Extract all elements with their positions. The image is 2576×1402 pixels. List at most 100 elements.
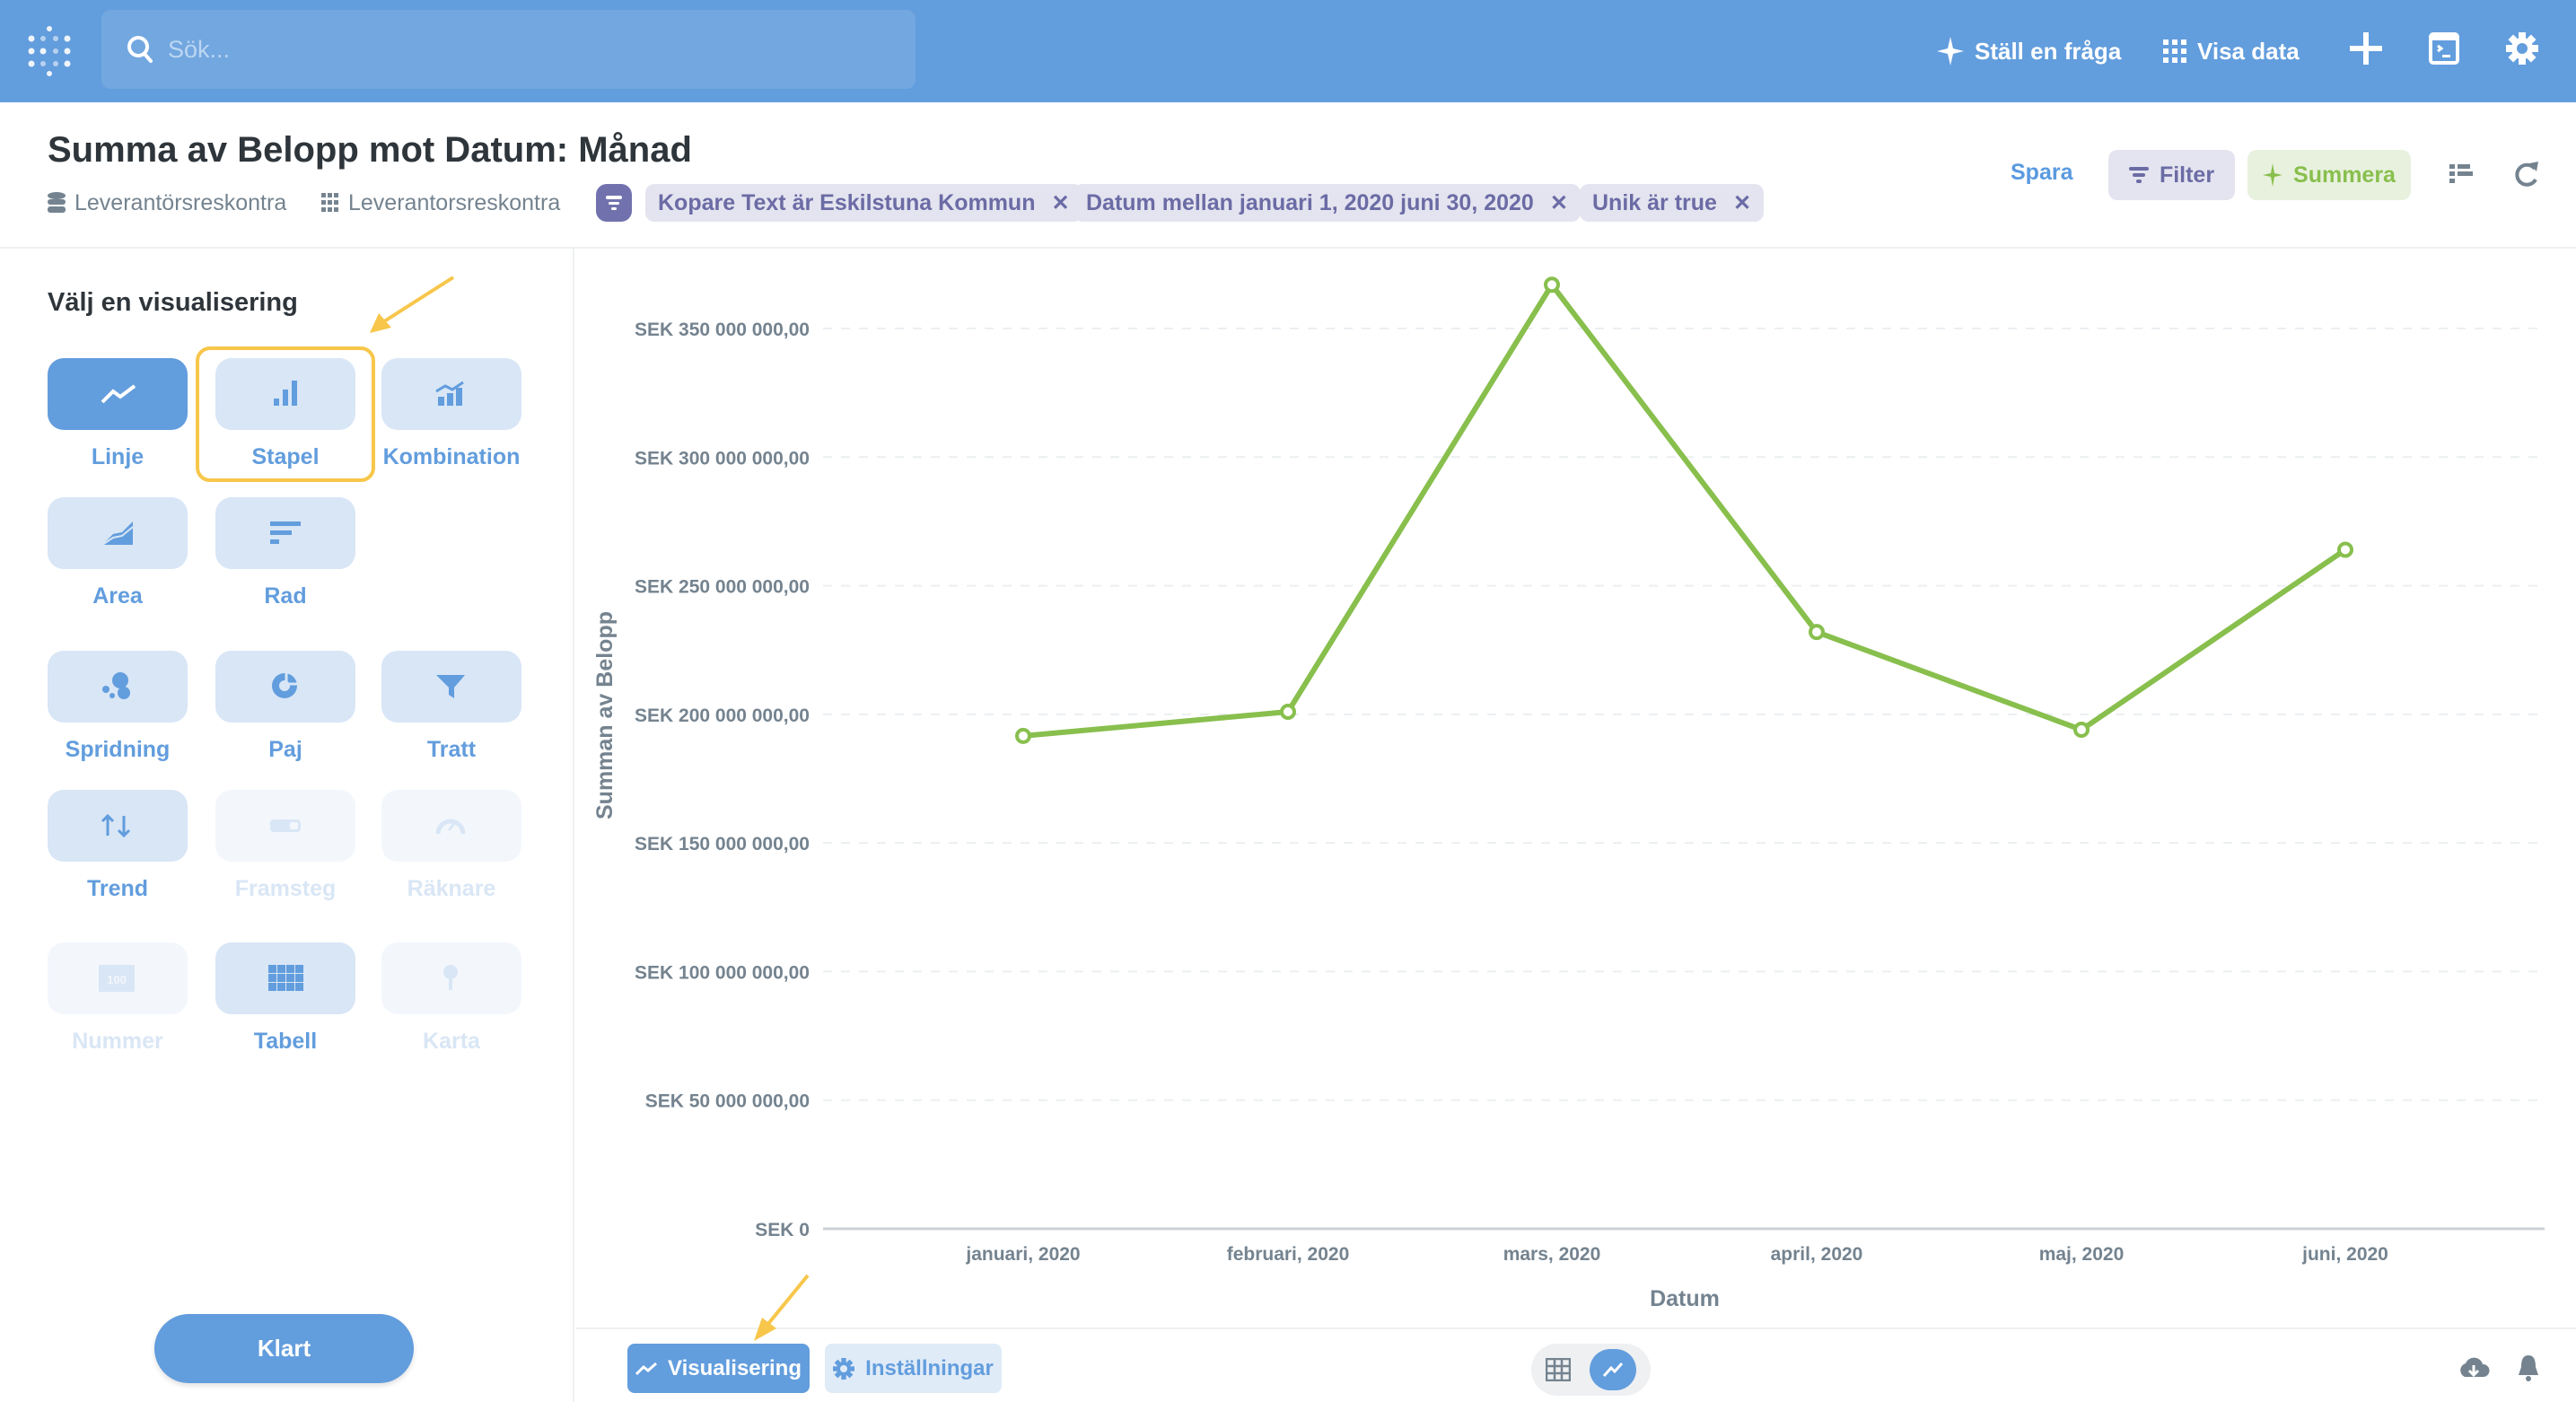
progress-chart-icon [270,819,301,832]
table-breadcrumb[interactable]: Leverantorsreskontra [321,188,560,217]
y-tick-label: SEK 250 000 000,00 [635,577,810,598]
ask-question-button[interactable]: Ställ en fråga [1937,31,2121,72]
close-icon[interactable]: ✕ [1550,190,1568,216]
viz-option-label: Nummer [72,1029,163,1054]
filter-pill[interactable]: Kopare Text är Eskilstuna Kommun ✕ [645,184,1082,222]
viz-option-trend[interactable] [48,790,188,862]
database-name: Leverantörsreskontra [74,189,287,215]
viz-option-label: Trend [86,876,149,901]
refresh-icon[interactable] [2513,160,2540,188]
viz-option-area[interactable] [48,497,188,569]
x-tick-label: februari, 2020 [1227,1244,1350,1265]
viz-option-label: Area [92,583,143,609]
y-axis-title: Summan av Belopp [592,611,618,819]
sparkle-icon [1937,37,1964,66]
table-icon[interactable] [1546,1358,1572,1381]
viz-option-label: Rad [264,583,307,609]
combo-chart-icon [435,381,464,406]
data-point[interactable] [2337,541,2353,558]
y-tick-label: SEK 150 000 000,00 [635,834,810,854]
viz-option-pie[interactable] [215,651,355,723]
viz-option-label: Tratt [426,737,477,762]
ask-question-label: Ställ en fråga [1975,37,2122,65]
annotation-arrow-icon [754,1274,810,1341]
viz-option-number: 100 [48,942,188,1014]
viz-option-label: Tabell [253,1029,318,1054]
y-tick-label: SEK 200 000 000,00 [635,705,810,726]
series-line [1022,282,2347,739]
gauge-chart-icon [435,819,466,835]
y-tick-label: SEK 100 000 000,00 [635,962,810,983]
gear-icon[interactable] [2506,32,2538,65]
viz-option-table[interactable] [215,942,355,1014]
viz-option-funnel[interactable] [381,651,521,723]
filter-button[interactable]: Filter [2108,150,2235,200]
viz-option-line[interactable] [48,358,188,430]
logo-icon[interactable] [27,25,72,77]
data-point[interactable] [1015,727,1031,744]
settings-button[interactable]: Inställningar [825,1344,1002,1393]
filter-pill-label: Datum mellan januari 1, 2020 juni 30, 20… [1086,189,1534,215]
viz-option-gauge [381,790,521,862]
data-point[interactable] [1544,276,1560,294]
visualization-button[interactable]: Visualisering [627,1344,810,1393]
viz-option-label: Paj [268,737,302,762]
filter-pill[interactable]: Unik är true ✕ [1580,184,1765,222]
data-point[interactable] [1280,703,1296,720]
viz-option-row[interactable] [215,497,355,569]
filter-pill-label: Kopare Text är Eskilstuna Kommun [658,189,1036,215]
filter-pill[interactable]: Datum mellan januari 1, 2020 juni 30, 20… [1073,184,1581,222]
filter-icon [2128,167,2149,183]
browse-data-label: Visa data [2197,37,2300,65]
sidebar-heading: Välj en visualisering [48,288,298,317]
search-icon [127,36,153,63]
close-icon[interactable]: ✕ [1733,190,1751,216]
table-name: Leverantorsreskontra [348,189,561,215]
viz-option-label: Spridning [65,737,171,762]
viz-option-label: Räknare [407,876,496,901]
viz-option-label: Framsteg [234,876,337,901]
funnel-chart-icon [436,675,465,698]
data-point[interactable] [1809,624,1825,641]
viz-option-combo[interactable] [381,358,521,430]
y-tick-label: SEK 50 000 000,00 [645,1091,810,1112]
close-icon[interactable]: ✕ [1051,190,1069,216]
save-button[interactable]: Spara [2011,160,2072,186]
download-icon[interactable] [2458,1355,2490,1382]
pin-chart-icon [443,965,458,990]
filter-toggle-icon[interactable] [596,184,632,222]
database-breadcrumb[interactable]: Leverantörsreskontra [48,188,286,217]
top-navigation-bar: Sök... Ställ en fråga Visa data [0,0,2576,102]
table-chart-icon [268,965,303,991]
annotation-highlight-box [196,346,375,482]
grid-icon [2163,39,2186,63]
sparkle-icon [2263,163,2283,187]
search-input[interactable]: Sök... [101,10,916,89]
bell-icon[interactable] [2517,1354,2540,1382]
svg-text:100: 100 [107,973,127,986]
sql-editor-icon[interactable] [2429,32,2459,65]
x-axis-title: Datum [1650,1286,1720,1311]
notebook-editor-icon[interactable] [2449,162,2473,186]
viz-option-pin [381,942,521,1014]
search-placeholder: Sök... [168,35,231,63]
line-chart-icon [1602,1363,1623,1377]
viz-option-progress [215,790,355,862]
viz-option-label: Linje [91,444,145,469]
chart-toggle-active[interactable] [1589,1349,1636,1390]
divider [576,1328,2576,1329]
visualization-label: Visualisering [668,1355,802,1380]
browse-data-button[interactable]: Visa data [2163,31,2300,72]
annotation-arrow-icon [370,276,455,333]
x-tick-label: januari, 2020 [965,1244,1080,1265]
viz-option-label: Kombination [382,444,521,469]
y-tick-label: SEK 350 000 000,00 [635,320,810,340]
x-tick-label: maj, 2020 [2039,1244,2125,1265]
number-chart-icon: 100 [99,965,135,992]
data-point[interactable] [2073,722,2090,739]
plus-icon[interactable] [2350,32,2382,65]
table-chart-toggle[interactable] [1531,1344,1651,1396]
summarize-button[interactable]: Summera [2247,150,2411,200]
viz-option-scatter[interactable] [48,651,188,723]
done-button[interactable]: Klart [154,1314,414,1383]
